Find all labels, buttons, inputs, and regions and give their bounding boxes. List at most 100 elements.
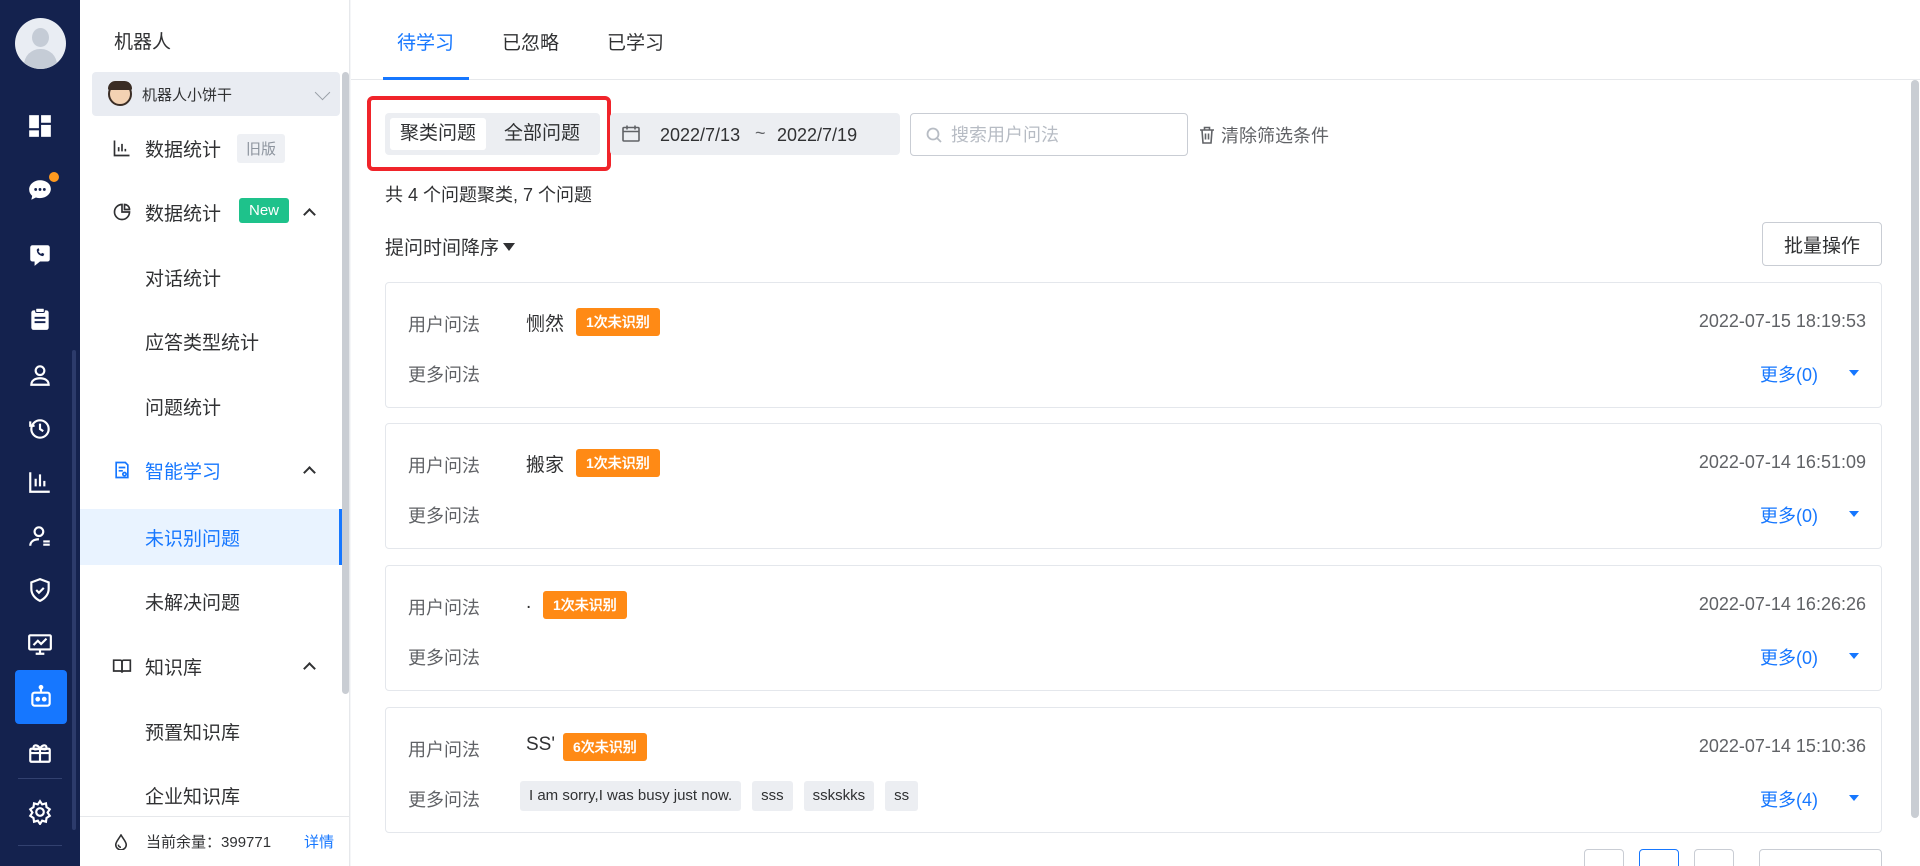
date-end[interactable]: 2022/7/19 [777, 125, 857, 146]
bar-chart-icon[interactable] [0, 455, 80, 509]
unrecognized-count-badge: 1次未识别 [576, 449, 660, 477]
rail-scrollbar[interactable] [72, 350, 76, 830]
icon-rail [0, 0, 80, 866]
sidebar-item-label: 数据统计 [145, 139, 222, 161]
question-timestamp: 2022-07-15 18:19:53 [1698, 311, 1866, 331]
more-link[interactable]: 更多(0) [1760, 502, 1818, 528]
clear-filters-button[interactable]: 清除筛选条件 [1199, 122, 1329, 148]
dashboard-icon[interactable] [0, 99, 80, 153]
caret-down-icon[interactable] [1849, 795, 1859, 801]
settings-icon[interactable] [0, 785, 80, 839]
sidebar-item-label: 数据统计 [145, 203, 222, 225]
result-summary: 共 4 个问题聚类, 7 个问题 [385, 185, 593, 205]
more-questions-label: 更多问法 [408, 790, 480, 810]
chevron-up-icon [303, 662, 316, 675]
detail-link[interactable]: 详情 [304, 831, 334, 852]
sidebar-item-label: 问题统计 [145, 397, 222, 419]
sidebar-item-unrecognized[interactable]: 未识别问题 [80, 509, 342, 565]
question-text: 恻然 [526, 314, 565, 335]
shield-icon[interactable] [0, 563, 80, 617]
question-text: SS' [526, 734, 555, 755]
batch-operation-button[interactable]: 批量操作 [1762, 222, 1882, 266]
rail-divider [18, 845, 62, 846]
caret-down-icon [503, 242, 516, 251]
history-icon[interactable] [0, 402, 80, 456]
question-card: 用户问法 恻然 1次未识别 2022-07-15 18:19:53 更多问法 更… [385, 282, 1882, 408]
sidebar-item-dialog-stats[interactable]: 对话统计 [80, 249, 342, 305]
sidebar-item-preset-kb[interactable]: 预置知识库 [80, 703, 342, 759]
sidebar-title: 机器人 [114, 32, 172, 53]
chat-icon[interactable] [0, 163, 80, 217]
sidebar-item-smart-learning[interactable]: 智能学习 [80, 442, 342, 498]
question-text: . [526, 592, 532, 613]
caret-down-icon[interactable] [1849, 370, 1859, 376]
bar-chart-icon [113, 140, 130, 157]
next-page-button[interactable] [1694, 849, 1734, 866]
robot-selector[interactable]: 机器人小饼干 [92, 72, 340, 116]
user-question-label: 用户问法 [408, 740, 480, 760]
sidebar-item-enterprise-kb[interactable]: 企业知识库 [80, 767, 342, 823]
sidebar-item-label: 对话统计 [145, 268, 222, 290]
main-content: 待学习 已忽略 已学习 聚类问题 全部问题 2022/7/13 ~ 2022/7… [351, 0, 1920, 866]
search-icon [926, 127, 942, 143]
question-chip: sskskks [803, 781, 875, 811]
date-start[interactable]: 2022/7/13 [660, 125, 740, 146]
sidebar-item-knowledge-base[interactable]: 知识库 [80, 638, 342, 694]
caret-down-icon[interactable] [1849, 653, 1859, 659]
sidebar-item-data-stats-new[interactable]: 数据统计 New [80, 184, 342, 240]
sidebar-item-question-stats[interactable]: 问题统计 [80, 378, 342, 434]
tab-learned[interactable]: 已学习 [607, 28, 664, 55]
sidebar-item-data-stats-old[interactable]: 数据统计 旧版 [80, 120, 342, 176]
sidebar-item-answer-type-stats[interactable]: 应答类型统计 [80, 313, 342, 369]
more-link[interactable]: 更多(0) [1760, 361, 1818, 387]
sidebar-item-label: 预置知识库 [145, 722, 241, 744]
balance-value: 399771 [221, 834, 272, 851]
question-chip: sss [752, 781, 793, 811]
gift-icon[interactable] [0, 725, 80, 779]
question-timestamp: 2022-07-14 15:10:36 [1698, 736, 1866, 756]
highlight-box [367, 96, 611, 171]
sidebar-item-label: 应答类型统计 [145, 332, 260, 354]
rail-divider [18, 778, 62, 779]
tab-ignored[interactable]: 已忽略 [502, 28, 559, 55]
water-drop-icon [114, 834, 128, 850]
date-range-picker[interactable]: 2022/7/13 ~ 2022/7/19 [610, 113, 900, 155]
user-question-label: 用户问法 [408, 315, 480, 335]
user-icon[interactable] [0, 348, 80, 402]
unrecognized-count-badge: 1次未识别 [576, 308, 660, 336]
tab-pending[interactable]: 待学习 [397, 28, 454, 55]
calendar-icon [622, 125, 640, 142]
page-size-select[interactable] [1759, 849, 1882, 866]
caret-down-icon[interactable] [1849, 511, 1859, 517]
robot-icon[interactable] [15, 670, 67, 724]
sidebar-scrollbar[interactable] [342, 72, 349, 694]
more-link[interactable]: 更多(4) [1760, 786, 1818, 812]
search-box [910, 113, 1188, 156]
sort-dropdown[interactable]: 提问时间降序 [385, 233, 516, 260]
prev-page-button[interactable] [1584, 849, 1624, 866]
main-scrollbar[interactable] [1911, 80, 1919, 818]
clear-filters-label: 清除筛选条件 [1221, 126, 1329, 146]
more-questions-label: 更多问法 [408, 648, 480, 668]
more-link[interactable]: 更多(0) [1760, 644, 1818, 670]
question-timestamp: 2022-07-14 16:51:09 [1698, 452, 1866, 472]
search-input[interactable] [951, 122, 1176, 148]
new-tag: New [239, 198, 290, 223]
more-questions-label: 更多问法 [408, 506, 480, 526]
sidebar: 机器人 机器人小饼干 数据统计 旧版 数据统计 New 对话统计 应答类型统计 … [80, 0, 350, 866]
sidebar-item-unresolved[interactable]: 未解决问题 [80, 573, 342, 629]
monitor-icon[interactable] [0, 617, 80, 671]
question-chip: ss [885, 781, 919, 811]
notification-dot [47, 170, 61, 184]
unrecognized-count-badge: 1次未识别 [543, 591, 627, 619]
avatar[interactable] [15, 18, 66, 69]
user-question-label: 用户问法 [408, 598, 480, 618]
customer-icon[interactable] [0, 509, 80, 563]
sort-label: 提问时间降序 [385, 238, 500, 259]
question-card: 用户问法 搬家 1次未识别 2022-07-14 16:51:09 更多问法 更… [385, 423, 1882, 549]
clipboard-icon[interactable] [0, 292, 80, 346]
phone-icon[interactable] [0, 228, 80, 282]
unrecognized-count-badge: 6次未识别 [563, 733, 647, 761]
date-separator: ~ [755, 123, 766, 143]
page-1-button[interactable] [1639, 849, 1679, 866]
